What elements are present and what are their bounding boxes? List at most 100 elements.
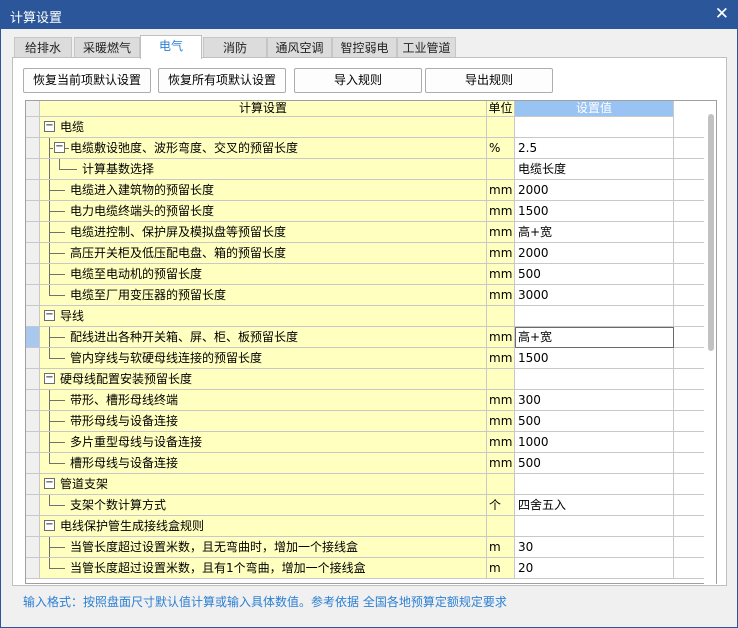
tab-heating-gas[interactable]: 采暖燃气: [74, 37, 140, 58]
row-indicator[interactable]: [26, 264, 40, 285]
value-cell[interactable]: 3000: [515, 285, 674, 306]
grid-row[interactable]: − 电线保护管生成接线盒规则: [26, 516, 716, 537]
grid-row[interactable]: − 管道支架: [26, 474, 716, 495]
vertical-scrollbar[interactable]: [704, 112, 716, 584]
value-cell[interactable]: 2.5: [515, 138, 674, 159]
row-indicator[interactable]: [26, 495, 40, 516]
group-label: 管道支架: [60, 477, 109, 491]
grid-row[interactable]: 电力电缆终端头的预留长度 mm 1500: [26, 201, 716, 222]
collapse-icon[interactable]: −: [44, 121, 55, 132]
grid-row[interactable]: 槽形母线与设备连接 mm 500: [26, 453, 716, 474]
value-cell[interactable]: 20: [515, 558, 674, 579]
value-cell[interactable]: [515, 306, 674, 327]
value-cell[interactable]: 500: [515, 264, 674, 285]
import-rules-button[interactable]: 导入规则: [294, 68, 422, 93]
tab-low-voltage[interactable]: 智控弱电: [332, 37, 397, 58]
tab-water[interactable]: 给排水: [14, 37, 72, 58]
grid-row[interactable]: 计算基数选择 电缆长度: [26, 159, 716, 180]
row-indicator[interactable]: [26, 306, 40, 327]
tab-industrial-pipe[interactable]: 工业管道: [397, 37, 456, 58]
setting-name-cell: − 电缆敷设弛度、波形弯度、交叉的预留长度: [40, 138, 487, 159]
setting-label: 槽形母线与设备连接: [70, 456, 179, 470]
row-indicator[interactable]: [26, 348, 40, 369]
tree-line: [49, 358, 65, 359]
row-indicator[interactable]: [26, 516, 40, 537]
restore-current-default-button[interactable]: 恢复当前项默认设置: [23, 68, 151, 93]
setting-label: 管内穿线与软硬母线连接的预留长度: [70, 351, 263, 365]
row-indicator[interactable]: [26, 159, 40, 180]
restore-all-default-button[interactable]: 恢复所有项默认设置: [158, 68, 286, 93]
grid-row[interactable]: 电缆至厂用变压器的预留长度 mm 3000: [26, 285, 716, 306]
grid-row[interactable]: 管内穿线与软硬母线连接的预留长度 mm 1500: [26, 348, 716, 369]
grid-row[interactable]: − 硬母线配置安装预留长度: [26, 369, 716, 390]
grid-row[interactable]: − 电缆敷设弛度、波形弯度、交叉的预留长度% 2.5: [26, 138, 716, 159]
collapse-icon[interactable]: −: [54, 142, 65, 153]
grid-row[interactable]: 电缆至电动机的预留长度 mm 500: [26, 264, 716, 285]
grid-row[interactable]: 多片重型母线与设备连接 mm 1000: [26, 432, 716, 453]
tab-electrical[interactable]: 电气: [140, 35, 202, 59]
row-indicator[interactable]: [26, 243, 40, 264]
value-cell[interactable]: [515, 369, 674, 390]
grid-row[interactable]: 高压开关柜及低压配电盘、箱的预留长度 mm 2000: [26, 243, 716, 264]
value-cell[interactable]: 电缆长度: [515, 159, 674, 180]
row-indicator[interactable]: [26, 180, 40, 201]
unit-cell: m: [487, 558, 515, 579]
grid-row[interactable]: 电缆进控制、保护屏及模拟盘等预留长度 mm 高+宽: [26, 222, 716, 243]
collapse-icon[interactable]: −: [44, 478, 55, 489]
row-indicator[interactable]: [26, 537, 40, 558]
row-indicator[interactable]: [26, 390, 40, 411]
value-cell[interactable]: 500: [515, 411, 674, 432]
row-indicator[interactable]: [26, 222, 40, 243]
setting-name-cell: − 导线: [40, 306, 487, 327]
row-indicator[interactable]: [26, 474, 40, 495]
row-indicator[interactable]: [26, 411, 40, 432]
value-cell[interactable]: 四舍五入: [515, 495, 674, 516]
value-cell[interactable]: 1000: [515, 432, 674, 453]
row-indicator[interactable]: [26, 558, 40, 579]
collapse-icon[interactable]: −: [44, 520, 55, 531]
value-cell[interactable]: 300: [515, 390, 674, 411]
setting-name-cell: 电缆至电动机的预留长度: [40, 264, 487, 285]
row-indicator[interactable]: [26, 432, 40, 453]
grid-row[interactable]: − 电缆: [26, 117, 716, 138]
row-indicator[interactable]: [26, 453, 40, 474]
value-cell[interactable]: 2000: [515, 243, 674, 264]
scrollbar-thumb[interactable]: [708, 114, 714, 351]
grid-row[interactable]: 当管长度超过设置米数，且有1个弯曲，增加一个接线盒 m 20: [26, 558, 716, 579]
row-indicator[interactable]: [26, 327, 40, 348]
row-indicator[interactable]: [26, 201, 40, 222]
grid-row[interactable]: 配线进出各种开关箱、屏、柜、板预留长度 mm 高+宽: [26, 327, 716, 348]
value-cell[interactable]: 1500: [515, 348, 674, 369]
value-cell[interactable]: 500: [515, 453, 674, 474]
setting-name-cell: 配线进出各种开关箱、屏、柜、板预留长度: [40, 327, 487, 348]
value-cell[interactable]: [515, 117, 674, 138]
value-cell[interactable]: 高+宽: [515, 222, 674, 243]
value-cell[interactable]: 30: [515, 537, 674, 558]
value-cell[interactable]: 高+宽: [515, 327, 674, 348]
grid-row[interactable]: 带形母线与设备连接 mm 500: [26, 411, 716, 432]
grid-row[interactable]: 带形、槽形母线终端 mm 300: [26, 390, 716, 411]
grid-row[interactable]: − 导线: [26, 306, 716, 327]
row-indicator[interactable]: [26, 117, 40, 138]
tree-line: [49, 453, 50, 463]
grid-row[interactable]: 当管长度超过设置米数，且无弯曲时，增加一个接线盒 m 30: [26, 537, 716, 558]
export-rules-button[interactable]: 导出规则: [425, 68, 553, 93]
collapse-icon[interactable]: −: [44, 310, 55, 321]
row-indicator[interactable]: [26, 138, 40, 159]
row-indicator[interactable]: [26, 369, 40, 390]
value-cell[interactable]: 2000: [515, 180, 674, 201]
value-cell[interactable]: [515, 474, 674, 495]
collapse-icon[interactable]: −: [44, 373, 55, 384]
grid-row[interactable]: 电缆进入建筑物的预留长度 mm 2000: [26, 180, 716, 201]
tree-line: [49, 463, 65, 464]
close-icon[interactable]: ✕: [715, 4, 729, 24]
tab-hvac[interactable]: 通风空调: [267, 37, 332, 58]
grid-row[interactable]: 支架个数计算方式 个四舍五入: [26, 495, 716, 516]
setting-label: 当管长度超过设置米数，且有1个弯曲，增加一个接线盒: [70, 561, 366, 575]
grid-header: 计算设置 单位 设置值: [26, 101, 716, 117]
tab-fire[interactable]: 消防: [203, 37, 267, 58]
row-indicator[interactable]: [26, 285, 40, 306]
unit-cell: mm: [487, 201, 515, 222]
value-cell[interactable]: [515, 516, 674, 537]
value-cell[interactable]: 1500: [515, 201, 674, 222]
